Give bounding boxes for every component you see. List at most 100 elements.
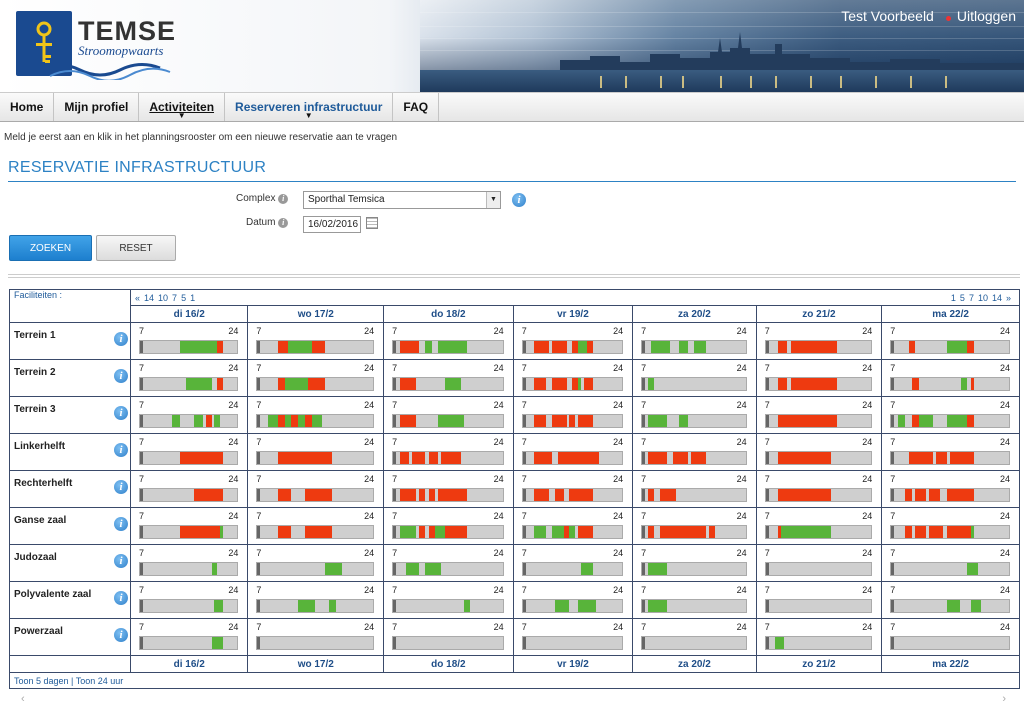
availability-bar[interactable] <box>256 414 375 428</box>
calendar-icon[interactable] <box>366 217 378 229</box>
reservation-booked-block[interactable] <box>967 341 975 353</box>
reservation-booked-block[interactable] <box>277 341 289 353</box>
reservation-booked-block[interactable] <box>277 415 285 427</box>
reservation-booked-block[interactable] <box>551 378 567 390</box>
day-slot-cell[interactable]: 7 24 <box>247 544 385 582</box>
day-slot-cell[interactable]: 7 24 <box>881 470 1020 508</box>
reservation-booked-block[interactable] <box>277 526 292 538</box>
availability-bar[interactable] <box>521 488 624 502</box>
reservation-booked-block[interactable] <box>399 415 416 427</box>
day-slot-cell[interactable]: 7 24 <box>632 544 757 582</box>
reservation-booked-block[interactable] <box>915 526 926 538</box>
availability-bar[interactable] <box>139 451 239 465</box>
reservation-pending-block[interactable] <box>464 600 471 612</box>
reservation-pending-block[interactable] <box>180 341 218 353</box>
day-slot-cell[interactable]: 7 24 <box>755 322 883 360</box>
logout-link[interactable]: Uitloggen <box>945 8 1016 24</box>
facility-info-icon[interactable]: i <box>114 369 128 383</box>
reservation-booked-block[interactable] <box>587 341 593 353</box>
reservation-pending-block[interactable] <box>325 563 343 575</box>
day-slot-cell[interactable]: 7 24 <box>881 507 1020 545</box>
day-slot-cell[interactable]: 7 24 <box>383 322 514 360</box>
day-slot-cell[interactable]: 7 24 <box>512 618 634 656</box>
reservation-pending-block[interactable] <box>651 341 670 353</box>
reservation-pending-block[interactable] <box>970 600 982 612</box>
availability-bar[interactable] <box>890 562 1010 576</box>
reservation-pending-block[interactable] <box>211 637 224 649</box>
reservation-booked-block[interactable] <box>305 526 333 538</box>
reservation-booked-block[interactable] <box>584 378 593 390</box>
day-slot-cell[interactable]: 7 24 <box>512 507 634 545</box>
reservation-pending-block[interactable] <box>693 341 707 353</box>
day-slot-cell[interactable]: 7 24 <box>383 396 514 434</box>
availability-bar[interactable] <box>890 599 1010 613</box>
pagination-link[interactable]: 14 <box>144 293 154 303</box>
day-slot-cell[interactable]: 7 24 <box>755 359 883 397</box>
reservation-booked-block[interactable] <box>180 526 221 538</box>
reservation-booked-block[interactable] <box>569 415 576 427</box>
day-slot-cell[interactable]: 7 24 <box>247 433 385 471</box>
reservation-booked-block[interactable] <box>660 489 676 501</box>
reservation-pending-block[interactable] <box>399 526 416 538</box>
reservation-booked-block[interactable] <box>428 489 435 501</box>
availability-bar[interactable] <box>521 451 624 465</box>
day-slot-cell[interactable]: 7 24 <box>881 581 1020 619</box>
reservation-pending-block[interactable] <box>774 637 785 649</box>
complex-select[interactable]: Sporthal Temsica ▼ <box>303 191 501 209</box>
reservation-pending-block[interactable] <box>435 526 445 538</box>
reservation-booked-block[interactable] <box>305 415 312 427</box>
complex-info-icon[interactable]: i <box>512 193 526 207</box>
day-slot-cell[interactable]: 7 24 <box>755 470 883 508</box>
reservation-pending-block[interactable] <box>678 415 688 427</box>
day-slot-cell[interactable]: 7 24 <box>632 359 757 397</box>
reservation-booked-block[interactable] <box>648 489 655 501</box>
reservation-booked-block[interactable] <box>967 415 975 427</box>
availability-bar[interactable] <box>139 488 239 502</box>
availability-bar[interactable] <box>392 636 504 650</box>
day-slot-cell[interactable]: 7 24 <box>383 433 514 471</box>
reservation-booked-block[interactable] <box>554 489 564 501</box>
reservation-booked-block[interactable] <box>929 526 944 538</box>
facility-info-icon[interactable]: i <box>114 443 128 457</box>
reservation-booked-block[interactable] <box>551 341 567 353</box>
reservation-booked-block[interactable] <box>217 341 224 353</box>
day-slot-cell[interactable]: 7 24 <box>247 581 385 619</box>
reservation-pending-block[interactable] <box>406 563 419 575</box>
reservation-pending-block[interactable] <box>578 378 582 390</box>
reservation-booked-block[interactable] <box>291 415 299 427</box>
reservation-booked-block[interactable] <box>569 489 593 501</box>
reservation-pending-block[interactable] <box>220 526 224 538</box>
facility-info-icon[interactable]: i <box>114 517 128 531</box>
availability-bar[interactable] <box>256 525 375 539</box>
availability-bar[interactable] <box>392 562 504 576</box>
reservation-pending-block[interactable] <box>551 526 564 538</box>
facility-info-icon[interactable]: i <box>114 332 128 346</box>
nav-mijn-profiel[interactable]: Mijn profiel <box>54 93 140 121</box>
reservation-pending-block[interactable] <box>171 415 181 427</box>
reservation-booked-block[interactable] <box>428 452 439 464</box>
availability-bar[interactable] <box>764 340 873 354</box>
day-slot-cell[interactable]: 7 24 <box>129 581 249 619</box>
reservation-booked-block[interactable] <box>557 452 599 464</box>
availability-bar[interactable] <box>764 451 873 465</box>
reservation-pending-block[interactable] <box>581 563 593 575</box>
reservation-pending-block[interactable] <box>298 415 306 427</box>
reservation-pending-block[interactable] <box>311 415 323 427</box>
availability-bar[interactable] <box>256 599 375 613</box>
facility-info-icon[interactable]: i <box>114 628 128 642</box>
day-slot-cell[interactable]: 7 24 <box>383 544 514 582</box>
reservation-booked-block[interactable] <box>672 452 688 464</box>
reservation-booked-block[interactable] <box>905 526 912 538</box>
day-slot-cell[interactable]: 7 24 <box>247 507 385 545</box>
day-slot-cell[interactable]: 7 24 <box>383 470 514 508</box>
availability-bar[interactable] <box>764 525 873 539</box>
info-icon[interactable]: i <box>278 194 289 204</box>
day-slot-cell[interactable]: 7 24 <box>129 470 249 508</box>
availability-bar[interactable] <box>139 414 239 428</box>
reservation-booked-block[interactable] <box>648 526 655 538</box>
reservation-booked-block[interactable] <box>905 489 912 501</box>
day-slot-cell[interactable]: 7 24 <box>383 581 514 619</box>
availability-bar[interactable] <box>139 340 239 354</box>
availability-bar[interactable] <box>392 377 504 391</box>
reservation-booked-block[interactable] <box>790 341 838 353</box>
